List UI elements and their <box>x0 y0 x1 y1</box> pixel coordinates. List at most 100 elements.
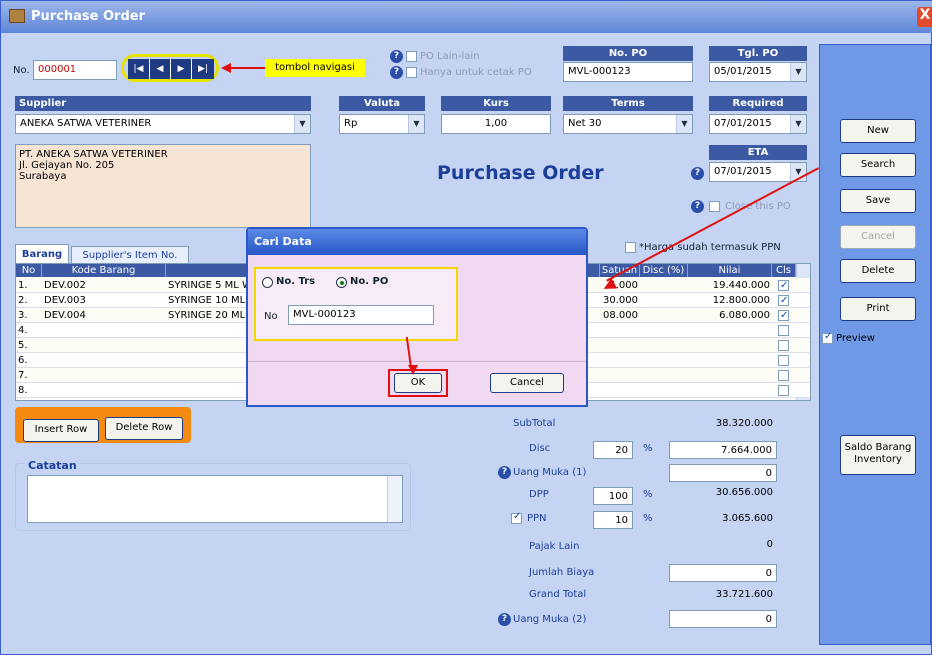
radio-no-trs[interactable] <box>262 277 273 288</box>
catatan-scrollbar[interactable] <box>387 476 402 522</box>
dialog-no-field[interactable]: MVL-000123 <box>288 305 434 325</box>
form-title: Purchase Order <box>437 162 604 184</box>
chevron-down-icon[interactable]: ▼ <box>408 115 424 133</box>
chevron-down-icon[interactable]: ▼ <box>294 115 310 133</box>
ok-button[interactable]: OK <box>394 373 442 393</box>
ppn-value: 3.065.600 <box>722 513 773 524</box>
table-cell[interactable]: 3. <box>18 308 40 323</box>
table-cell[interactable]: 7. <box>18 368 40 383</box>
tab-supplier-item-no[interactable]: Supplier's Item No. <box>71 246 189 263</box>
table-cell[interactable]: 1. <box>18 278 40 293</box>
supplier-address: PT. ANEKA SATWA VETERINER Jl. Gejayan No… <box>15 144 311 228</box>
cls-checkbox[interactable] <box>778 340 789 351</box>
app-icon <box>9 9 25 23</box>
last-record-icon[interactable]: ▶| <box>192 59 214 79</box>
cls-checkbox[interactable] <box>778 385 789 396</box>
table-cell[interactable]: 2. <box>18 293 40 308</box>
title-bar[interactable]: Purchase Order X <box>1 1 932 33</box>
kurs-header: Kurs <box>441 96 551 111</box>
uang-muka2-field[interactable]: 0 <box>669 610 777 628</box>
jumlah-biaya-field[interactable]: 0 <box>669 564 777 582</box>
first-record-icon[interactable]: |◀ <box>128 59 149 79</box>
purchase-order-window: Purchase Order X No. 000001 |◀ ◀ ▶ ▶| to… <box>0 0 932 655</box>
cls-checkbox[interactable] <box>778 293 789 308</box>
chevron-down-icon[interactable]: ▼ <box>676 115 692 133</box>
dpp-label: DPP <box>529 489 549 500</box>
uang-muka2-label: Uang Muka (2) <box>513 614 587 625</box>
table-cell[interactable]: DEV.003 <box>44 293 164 308</box>
dpp-pct-field[interactable]: 100 <box>593 487 633 505</box>
table-cell[interactable]: 6. <box>18 353 40 368</box>
subtotal-value: 38.320.000 <box>715 418 773 429</box>
cancel-button[interactable]: Cancel <box>840 225 916 249</box>
ppn-pct-field[interactable]: 10 <box>593 511 633 529</box>
insert-row-button[interactable]: Insert Row <box>23 419 99 442</box>
preview-label: Preview <box>836 333 875 344</box>
date-dropdown-icon[interactable]: ▼ <box>790 115 806 133</box>
supplier-select[interactable]: ANEKA SATWA VETERINER <box>15 114 311 134</box>
address-line: Jl. Gejayan No. 205 <box>19 160 115 171</box>
dialog-cancel-button[interactable]: Cancel <box>490 373 564 393</box>
next-record-icon[interactable]: ▶ <box>171 59 191 79</box>
table-cell[interactable]: 08.000 <box>602 308 638 323</box>
close-po-checkbox[interactable] <box>709 201 720 212</box>
table-cell[interactable]: 5. <box>18 338 40 353</box>
catatan-textarea[interactable] <box>27 475 403 523</box>
help-icon[interactable]: ? <box>691 200 704 213</box>
table-cell[interactable]: 6.080.000 <box>690 308 770 323</box>
tab-barang[interactable]: Barang <box>15 244 69 263</box>
ppn-included-checkbox[interactable] <box>625 242 636 253</box>
transaction-no-field[interactable]: 000001 <box>33 60 117 80</box>
cls-checkbox[interactable] <box>778 325 789 336</box>
help-icon[interactable]: ? <box>390 50 403 63</box>
kurs-field[interactable]: 1,00 <box>441 114 551 134</box>
ppn-checkbox[interactable] <box>511 511 522 524</box>
table-cell[interactable]: 30.000 <box>602 293 638 308</box>
date-dropdown-icon[interactable]: ▼ <box>790 63 806 81</box>
col-header: No <box>16 264 42 277</box>
col-header: Kode Barang <box>42 264 166 277</box>
table-cell[interactable]: DEV.002 <box>44 278 164 293</box>
cls-checkbox[interactable] <box>778 370 789 381</box>
delete-row-button[interactable]: Delete Row <box>105 417 183 440</box>
terms-select[interactable]: Net 30 <box>563 114 693 134</box>
prev-record-icon[interactable]: ◀ <box>150 59 170 79</box>
cls-checkbox[interactable] <box>778 308 789 323</box>
search-button[interactable]: Search <box>840 153 916 177</box>
close-window-button[interactable]: X <box>917 7 932 27</box>
cetak-only-checkbox[interactable] <box>406 67 417 78</box>
saldo-inventory-button[interactable]: Saldo Barang Inventory <box>840 435 916 475</box>
no-po-header: No. PO <box>563 46 693 61</box>
po-lain-label: PO Lain-lain <box>420 51 480 62</box>
disc-pct-field[interactable]: 20 <box>593 441 633 459</box>
cls-checkbox[interactable] <box>778 355 789 366</box>
po-lain-checkbox[interactable] <box>406 51 417 62</box>
address-line: Surabaya <box>19 171 67 182</box>
help-icon[interactable]: ? <box>390 66 403 79</box>
pct-symbol: % <box>643 489 653 500</box>
save-button[interactable]: Save <box>840 189 916 213</box>
print-button[interactable]: Print <box>840 297 916 321</box>
disc-value-field[interactable]: 7.664.000 <box>669 441 777 459</box>
table-cell[interactable]: 8. <box>18 383 40 398</box>
table-cell[interactable]: 4. <box>18 323 40 338</box>
delete-button[interactable]: Delete <box>840 259 916 283</box>
ppn-label: PPN <box>527 513 547 524</box>
dpp-value: 30.656.000 <box>715 487 773 498</box>
action-sidebar: New Search Save Cancel Delete Print Prev… <box>819 44 931 645</box>
table-cell[interactable]: DEV.004 <box>44 308 164 323</box>
radio-no-po[interactable] <box>336 277 347 288</box>
help-icon[interactable]: ? <box>691 167 704 180</box>
no-po-field[interactable]: MVL-000123 <box>563 62 693 82</box>
dialog-title: Cari Data <box>248 229 586 255</box>
help-icon[interactable]: ? <box>498 613 511 626</box>
table-cell[interactable]: 19.440.000 <box>690 278 770 293</box>
new-button[interactable]: New <box>840 119 916 143</box>
preview-checkbox[interactable] <box>822 331 833 344</box>
cls-checkbox[interactable] <box>778 278 789 293</box>
uang-muka1-field[interactable]: 0 <box>669 464 777 482</box>
cetak-only-label: Hanya untuk cetak PO <box>420 67 532 78</box>
table-cell[interactable]: 12.800.000 <box>690 293 770 308</box>
help-icon[interactable]: ? <box>498 466 511 479</box>
cari-data-dialog: Cari Data No. Trs No. PO No MVL-000123 O… <box>246 227 588 407</box>
